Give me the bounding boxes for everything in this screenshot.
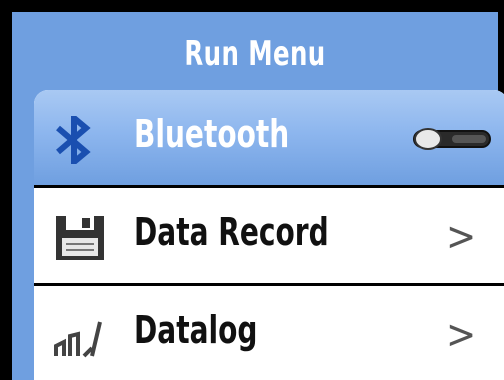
datalog-chart-icon <box>54 321 102 358</box>
page-title: Run Menu <box>184 34 326 74</box>
chevron-right-icon: > <box>446 312 477 358</box>
bluetooth-icon <box>56 116 91 164</box>
chevron-right-icon: > <box>446 214 477 260</box>
menu-item-label: Bluetooth <box>134 112 290 156</box>
menu-item-label: Data Record <box>134 210 329 254</box>
run-menu-list: Bluetooth Data Record > Datalog > <box>34 90 504 380</box>
menu-item-bluetooth[interactable]: Bluetooth <box>34 90 504 188</box>
menu-item-label: Datalog <box>134 308 258 352</box>
run-menu-screen: Run Menu Bluetooth Data Record > Datalog… <box>12 12 504 380</box>
menu-item-data-record[interactable]: Data Record > <box>34 188 504 286</box>
floppy-disk-icon <box>56 216 104 260</box>
menu-item-datalog[interactable]: Datalog > <box>34 286 504 380</box>
bluetooth-toggle[interactable] <box>412 126 492 152</box>
